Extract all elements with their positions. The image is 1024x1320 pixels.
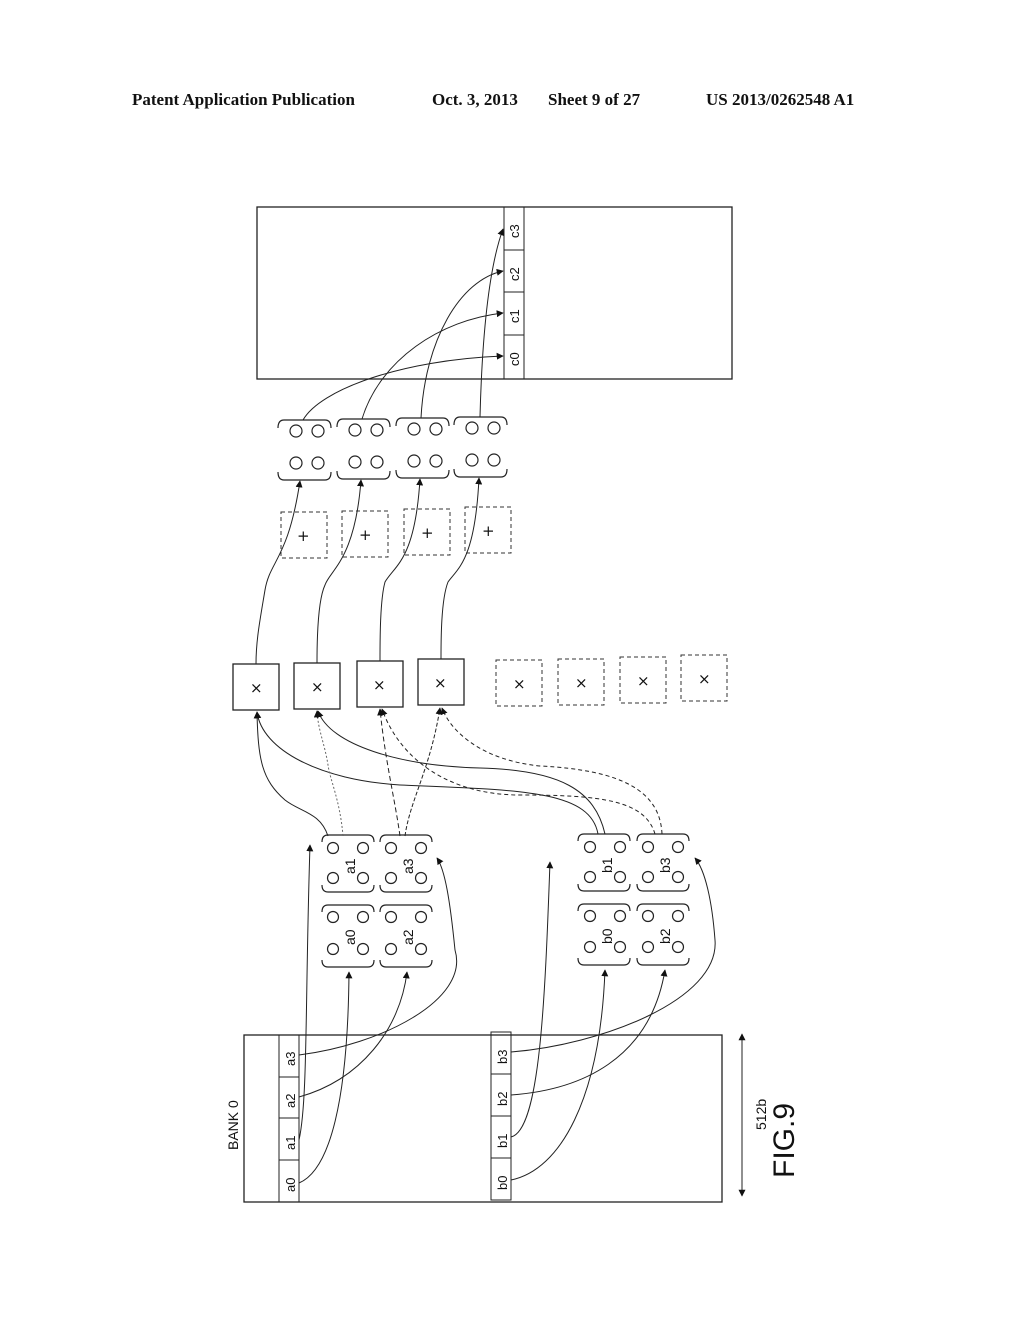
register-b1-label: b1 xyxy=(599,857,615,873)
output-register-1 xyxy=(336,418,391,480)
multiplier-2-symbol: × xyxy=(373,676,386,694)
load-arrows-b xyxy=(510,857,716,1181)
multiplier-6-symbol: × xyxy=(637,672,650,690)
arrow-b0-to-mul0 xyxy=(254,711,599,835)
arrow-b1-to-reg xyxy=(510,861,554,1138)
adders: + + + + xyxy=(280,506,512,559)
register-a2-label: a2 xyxy=(400,929,416,945)
cell-b2: b2 xyxy=(495,1092,510,1106)
width-label: 512b xyxy=(753,1099,769,1130)
input-registers-b xyxy=(577,833,690,966)
arrow-b2-to-mul2 xyxy=(380,708,656,835)
adder-3-symbol: + xyxy=(482,522,495,540)
cell-a2: a2 xyxy=(283,1094,298,1108)
cell-b3: b3 xyxy=(495,1050,510,1064)
arrow-a1-to-mul1 xyxy=(313,710,344,837)
cell-c0: c0 xyxy=(507,352,522,366)
arrow-out0-to-c0 xyxy=(302,352,504,421)
multipliers: × × × × × × × × xyxy=(232,654,728,711)
arrow-mul2-to-out2 xyxy=(379,478,424,662)
cell-b1: b1 xyxy=(495,1134,510,1148)
register-b2-label: b2 xyxy=(657,928,673,944)
arrow-mul3-to-out3 xyxy=(440,477,483,660)
store-arrows xyxy=(302,228,505,421)
output-register-3 xyxy=(453,416,508,478)
cell-a1: a1 xyxy=(283,1136,298,1150)
load-arrows-a xyxy=(298,844,458,1184)
output-register-0 xyxy=(277,419,332,481)
bank-label: BANK 0 xyxy=(225,1100,241,1150)
adder-1-symbol: + xyxy=(359,526,372,544)
cell-a0: a0 xyxy=(283,1178,298,1192)
output-registers xyxy=(277,416,508,481)
register-b3-label: b3 xyxy=(657,857,673,873)
operand-arrows xyxy=(253,707,663,837)
figure-9-diagram: c0 c1 c2 c3 + + + + × × × × × × × × a0 a… xyxy=(225,206,801,1203)
arrow-b3-to-mul3 xyxy=(440,707,663,835)
adder-2-symbol: + xyxy=(421,524,434,542)
arrow-out3-to-c3 xyxy=(479,228,505,418)
arrow-a0-to-mul0 xyxy=(253,711,329,837)
bank-0-memory xyxy=(243,1031,723,1203)
multiplier-1-symbol: × xyxy=(311,678,324,696)
cell-c1: c1 xyxy=(507,309,522,323)
multiplier-0-symbol: × xyxy=(250,679,263,697)
register-a3-label: a3 xyxy=(400,858,416,874)
arrow-out2-to-c2 xyxy=(420,268,504,419)
arrow-b2-to-reg xyxy=(510,969,668,1096)
cell-c2: c2 xyxy=(507,267,522,281)
multiplier-5-symbol: × xyxy=(575,674,588,692)
multiplier-4-symbol: × xyxy=(513,675,526,693)
cell-b0: b0 xyxy=(495,1176,510,1190)
cell-c3: c3 xyxy=(507,224,522,238)
output-register-2 xyxy=(395,417,450,479)
figure-label: FIG.9 xyxy=(768,1103,801,1178)
input-registers-a xyxy=(321,834,433,968)
result-memory-block: c0 c1 c2 c3 xyxy=(256,206,733,380)
register-a1-label: a1 xyxy=(342,858,358,874)
arrow-a2-to-mul2 xyxy=(377,708,401,837)
arrow-b1-to-mul1 xyxy=(316,710,606,835)
arrow-a3-to-mul3 xyxy=(404,707,443,837)
arrow-mul1-to-out1 xyxy=(316,479,365,664)
multiplier-3-symbol: × xyxy=(434,674,447,692)
adder-0-symbol: + xyxy=(297,527,310,545)
register-a0-label: a0 xyxy=(342,929,358,945)
arrow-mul0-to-out0 xyxy=(255,480,303,665)
register-b0-label: b0 xyxy=(599,928,615,944)
cell-a3: a3 xyxy=(283,1052,298,1066)
multiplier-7-symbol: × xyxy=(698,670,711,688)
product-arrows xyxy=(255,477,483,665)
